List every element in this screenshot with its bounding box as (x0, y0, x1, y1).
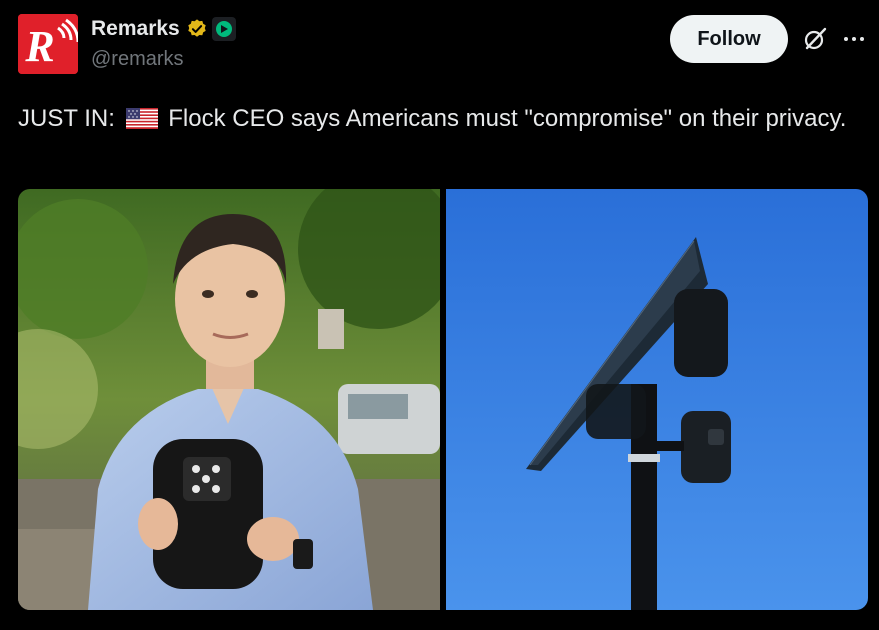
remarks-logo-icon: R (18, 14, 78, 74)
tweet-prefix: JUST IN: (18, 105, 115, 132)
author-display-name[interactable]: Remarks (91, 17, 180, 41)
grok-icon[interactable] (800, 24, 830, 54)
author-name-row: Remarks (91, 16, 236, 42)
author-handle[interactable]: @remarks (91, 48, 184, 71)
gold-verified-badge-icon (188, 19, 206, 37)
us-flag-icon (125, 108, 158, 129)
avatar-letter: R (24, 22, 54, 71)
media-grid (18, 189, 868, 610)
tweet-text: JUST IN: Flock CEO says Americans must "… (18, 101, 858, 136)
photo-solar-camera-pole[interactable] (446, 189, 868, 610)
author-avatar[interactable]: R (18, 14, 78, 74)
green-affiliate-badge-icon[interactable] (211, 17, 236, 41)
photo-person-holding-camera[interactable] (18, 189, 440, 610)
tweet-body: Flock CEO says Americans must "compromis… (168, 105, 847, 132)
more-dots-icon[interactable] (838, 24, 870, 54)
follow-button[interactable]: Follow (670, 15, 788, 63)
